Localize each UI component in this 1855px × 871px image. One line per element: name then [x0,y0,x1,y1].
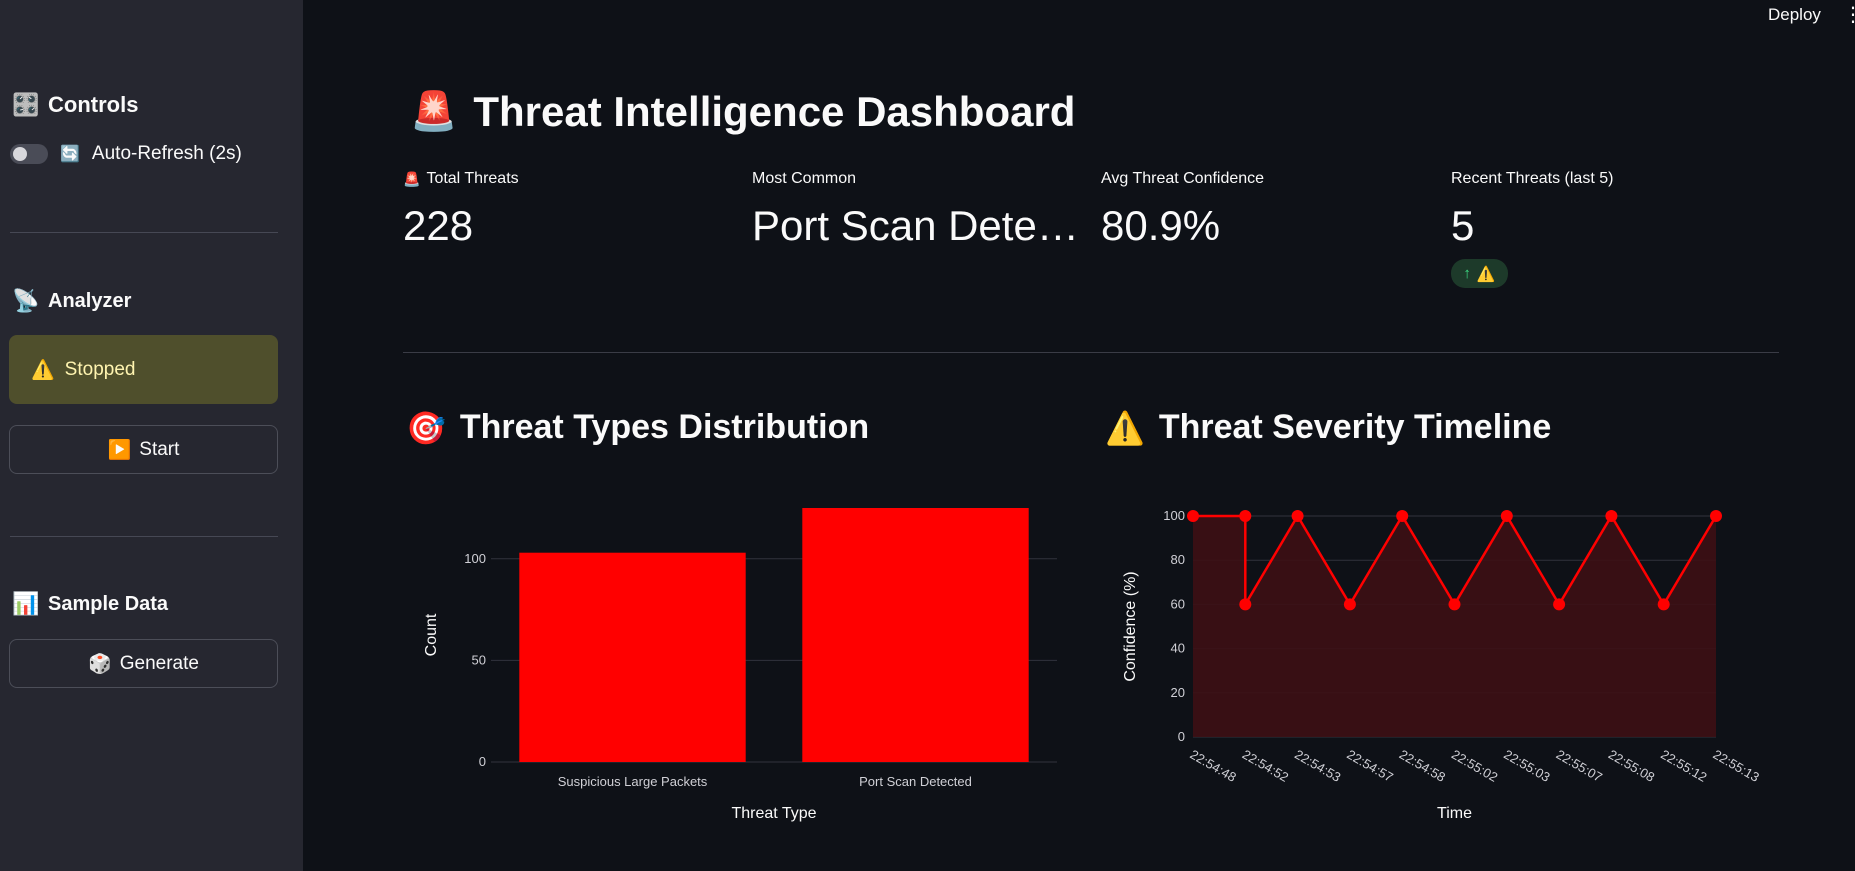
generate-button[interactable]: 🎲 Generate [9,639,278,688]
threat-types-bar-chart: 0 50 100 Suspicious Large Packets Port Scan … [423,508,1057,822]
satellite-antenna-icon: 📡 [12,288,40,313]
data-point [1710,510,1722,522]
x-tick-label: 22:55:07 [1554,747,1605,785]
metric-value: Port Scan Dete… [752,202,1079,249]
x-tick-label: 22:55:03 [1501,747,1552,785]
analyzer-header: 📡 Analyzer [12,288,131,314]
x-tick-label: 22:54:58 [1397,747,1448,785]
start-button[interactable]: ▶️ Start [9,425,278,474]
x-tick-label: 22:55:12 [1658,747,1709,785]
bar [519,552,746,762]
warning-icon: ⚠️ [1105,409,1145,446]
sidebar-divider [10,536,278,537]
y-axis-label: Count [423,613,440,656]
x-tick-label: 22:55:08 [1606,747,1657,785]
metric-label: 🚨 Total Threats [403,170,519,188]
analyzer-status-text: Stopped [64,358,136,380]
y-tick-label: 60 [1171,596,1185,611]
control-knobs-icon: 🎛️ [12,92,40,117]
toggle-knob [13,147,27,161]
data-point [1187,510,1199,522]
warning-icon: ⚠️ [31,359,55,381]
x-tick-label: 22:55:13 [1711,747,1762,785]
auto-refresh-toggle[interactable] [10,144,48,164]
y-tick-label: 20 [1171,685,1185,700]
page-title-text: Threat Intelligence Dashboard [473,88,1076,135]
analyzer-title: Analyzer [48,289,132,312]
metric-label: Most Common [752,170,857,187]
metric-label: Avg Threat Confidence [1101,170,1265,187]
x-tick-label: 22:54:48 [1188,747,1239,785]
data-point [1291,510,1304,522]
auto-refresh-row: 🔄 Auto-Refresh (2s) [10,143,242,165]
metric-value: 5 [1451,202,1475,249]
deploy-button[interactable]: Deploy [1768,5,1821,25]
metric-value: 80.9% [1101,202,1221,249]
arrow-up-icon: ↑ [1463,265,1471,282]
metric-total-threats: 🚨 Total Threats 228 [403,170,519,250]
metric-delta-text: ⚠️ [1476,265,1496,283]
data-point [1396,510,1409,522]
bar [802,508,1029,762]
data-point [1239,598,1252,611]
data-point [1239,510,1252,522]
analyzer-status-alert: ⚠️ Stopped [9,335,278,404]
y-tick-label: 40 [1171,641,1185,656]
siren-icon: 🚨 [403,170,421,187]
y-tick-label: 0 [479,754,486,769]
x-tick-label: Suspicious Large Packets [558,774,708,789]
data-point [1500,510,1513,522]
area-fill [1193,516,1716,737]
x-tick-label: 22:55:02 [1449,747,1500,785]
siren-icon: 🚨 [410,91,458,133]
data-point [1343,598,1356,611]
x-tick-label: 22:54:57 [1344,747,1395,785]
metric-value: 228 [403,202,474,249]
metric-label: Recent Threats (last 5) [1451,170,1614,187]
controls-title: Controls [48,92,139,117]
metric-delta-badge: ↑ ⚠️ [1451,259,1508,288]
sample-data-title: Sample Data [48,592,169,615]
threat-severity-timeline-chart: 02040608010022:54:48 22:54:52 22:54:53 22:5… [1122,508,1762,822]
y-tick-label: 100 [1163,508,1185,523]
timeline-title: ⚠️ Threat Severity Timeline [1105,408,1551,447]
y-tick-label: 80 [1171,552,1185,567]
y-tick-label: 50 [472,652,486,667]
kebab-menu-icon[interactable]: ⋮ [1843,2,1855,27]
x-tick-label: 22:54:53 [1292,747,1343,785]
data-point [1448,598,1461,611]
y-tick-label: 100 [464,551,486,566]
y-tick-label: 0 [1178,729,1185,744]
metric-label-text: Total Threats [426,170,519,187]
direct-hit-icon: 🎯 [406,409,446,446]
timeline-title-text: Threat Severity Timeline [1158,408,1552,446]
data-point [1605,510,1618,522]
sample-data-header: 📊 Sample Data [12,591,168,617]
x-axis-label: Time [1437,805,1472,822]
distribution-title-text: Threat Types Distribution [459,408,870,446]
sidebar-divider [10,232,278,233]
y-axis-label: Confidence (%) [1122,571,1139,681]
dice-icon: 🎲 [88,653,112,675]
x-tick-label: 22:54:52 [1240,747,1291,785]
metric-most-common: Most Common Port Scan Dete… [752,170,1079,250]
controls-header: 🎛️ Controls [12,92,138,118]
data-point [1553,598,1566,611]
bar-chart-icon: 📊 [12,591,40,616]
sidebar: 🎛️ Controls 🔄 Auto-Refresh (2s) 📡 Analyz… [0,0,303,871]
main-divider [403,352,1779,353]
x-axis-label: Threat Type [731,805,816,822]
generate-button-label: Generate [119,652,199,674]
metric-avg-confidence: Avg Threat Confidence 80.9% [1101,170,1264,250]
refresh-icon: 🔄 [60,146,80,163]
distribution-title: 🎯 Threat Types Distribution [406,408,869,447]
data-point [1657,598,1670,611]
x-tick-label: Port Scan Detected [859,774,972,789]
auto-refresh-label: Auto-Refresh (2s) [91,143,242,164]
start-button-label: Start [139,438,180,460]
metric-recent-threats: Recent Threats (last 5) 5 [1451,170,1613,250]
play-button-icon: ▶️ [107,439,132,461]
page-title: 🚨 Threat Intelligence Dashboard [410,88,1075,136]
